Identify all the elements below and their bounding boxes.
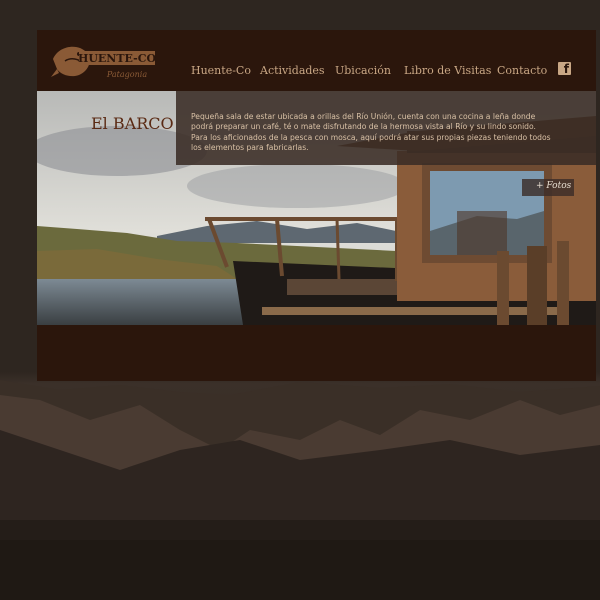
nav-item-ubicacion[interactable]: Ubicación: [335, 64, 391, 77]
hero-image: Pequeña sala de estar ubicada a orillas …: [37, 91, 596, 325]
fotos-label: + Fotos: [536, 181, 572, 191]
main-navigation: Huente-Co Actividades Ubicación Libro de…: [37, 64, 596, 80]
hero-description: Pequeña sala de estar ubicada a orillas …: [191, 112, 551, 153]
nav-item-huente-co[interactable]: Huente-Co: [191, 64, 251, 77]
info-box: Pequeña sala de estar ubicada a orillas …: [176, 91, 596, 165]
site-header: HUENTE-CO Patagonia Huente-Co Actividade…: [37, 30, 596, 91]
hero-title: El BARCO: [91, 114, 174, 133]
nav-item-contacto[interactable]: Contacto: [497, 64, 547, 77]
facebook-icon[interactable]: f: [558, 62, 571, 76]
nav-item-actividades[interactable]: Actividades: [260, 64, 325, 77]
main-panel: HUENTE-CO Patagonia Huente-Co Actividade…: [37, 30, 596, 381]
nav-item-libro-de-visitas[interactable]: Libro de Visitas: [404, 64, 491, 77]
lower-panel: [37, 325, 596, 381]
fotos-button[interactable]: + Fotos: [522, 179, 574, 196]
